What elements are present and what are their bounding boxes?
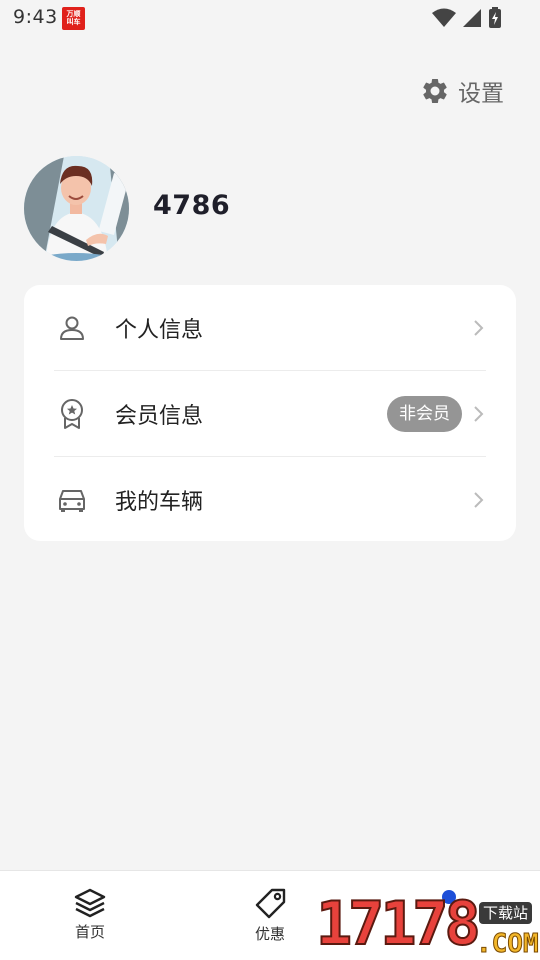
settings-button[interactable]: 设置 (420, 74, 504, 108)
tag-icon (255, 888, 286, 919)
medal-icon (54, 396, 90, 432)
watermark-domain: .COM (476, 929, 540, 959)
app-notification-icon: 万顺 叫车 (62, 7, 85, 30)
gear-icon (423, 78, 447, 103)
battery-icon (489, 7, 501, 28)
layers-icon (74, 888, 106, 918)
signal-icon (463, 9, 481, 27)
menu-item-label: 会员信息 (115, 404, 204, 429)
person-icon (54, 310, 90, 346)
menu-item-label: 我的车辆 (115, 490, 204, 515)
menu-card: 个人信息 会员信息 非会员 我的车辆 (24, 285, 516, 541)
chevron-right-icon (474, 320, 484, 336)
chevron-right-icon (474, 492, 484, 508)
nav-item-deals[interactable]: 优惠 (230, 887, 310, 944)
status-bar: 9:43 万顺 叫车 (0, 0, 540, 36)
settings-label: 设置 (458, 81, 504, 107)
profile-screen: 9:43 万顺 叫车 设置 4786 个人信息 会员信息 非会员 我的车辆 首页… (0, 0, 540, 960)
member-status-badge: 非会员 (387, 396, 462, 432)
watermark: 17178 下载站 .COM (315, 888, 540, 960)
chevron-right-icon (474, 406, 484, 422)
nav-item-home[interactable]: 首页 (50, 887, 130, 942)
status-time: 9:43 (13, 6, 58, 28)
status-icons (432, 7, 502, 29)
nav-label: 首页 (74, 923, 105, 941)
watermark-number: 17178 (315, 889, 482, 959)
menu-item-personal-info[interactable]: 个人信息 (54, 285, 486, 371)
wifi-icon (432, 8, 456, 27)
driver-avatar-image (24, 156, 129, 261)
menu-item-member-info[interactable]: 会员信息 非会员 (54, 371, 486, 457)
menu-item-my-vehicles[interactable]: 我的车辆 (54, 457, 486, 543)
watermark-tag: 下载站 (479, 902, 533, 924)
username: 4786 (153, 190, 231, 221)
menu-item-label: 个人信息 (115, 318, 204, 343)
avatar[interactable] (24, 156, 129, 261)
car-icon (54, 482, 90, 518)
nav-label: 优惠 (254, 925, 285, 943)
